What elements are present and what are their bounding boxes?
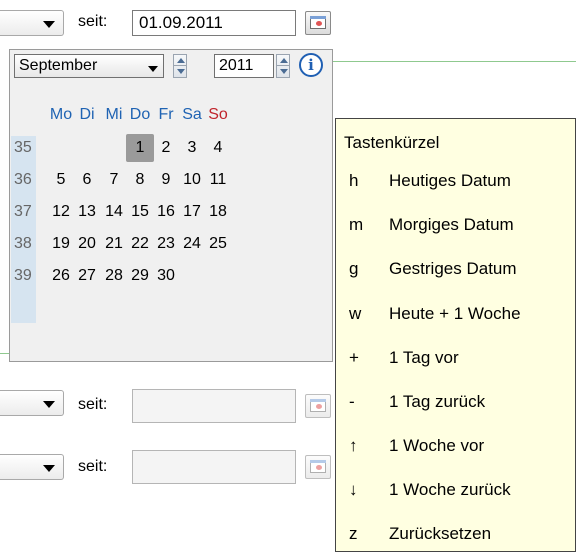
shortcut-key: ↓	[349, 480, 358, 499]
shortcut-desc: 1 Tag vor	[389, 348, 459, 367]
weekday-header: Fr	[158, 106, 174, 123]
filter-dropdown-row2[interactable]	[0, 390, 64, 416]
info-icon[interactable]: i	[299, 53, 323, 77]
chevron-down-icon	[43, 465, 55, 472]
calendar-button-row1[interactable]	[305, 11, 331, 35]
week-number: 37	[14, 203, 32, 220]
day-cell[interactable]: 5	[47, 166, 75, 194]
weekday-header: Di	[79, 106, 95, 123]
shortcut-key: m	[349, 215, 364, 234]
day-cell[interactable]: 17	[178, 198, 206, 226]
day-cell[interactable]: 10	[178, 166, 206, 194]
date-picker-popup: September 2011 i Mo Di Mi Do Fr Sa So 35…	[9, 49, 333, 362]
day-cell[interactable]: 9	[152, 166, 180, 194]
week-number: 38	[14, 235, 32, 252]
weekday-header-sunday: So	[208, 106, 228, 123]
date-field-row1[interactable]: 01.09.2011	[132, 10, 296, 36]
chevron-down-icon	[43, 21, 55, 28]
filter-dropdown-row1[interactable]	[0, 10, 64, 36]
shortcut-desc: 1 Woche zurück	[389, 480, 511, 499]
day-cell[interactable]: 3	[178, 134, 206, 162]
day-cell[interactable]: 14	[100, 198, 128, 226]
day-cell-selected[interactable]: 1	[126, 134, 154, 162]
shortcut-key: -	[349, 392, 355, 411]
calendar-button-row2[interactable]	[305, 394, 331, 418]
date-field-row3[interactable]	[132, 450, 296, 484]
day-cell[interactable]: 6	[73, 166, 101, 194]
chevron-down-icon	[148, 66, 158, 72]
filter-dropdown-row3[interactable]	[0, 454, 64, 480]
month-select[interactable]: September	[14, 54, 164, 78]
day-cell[interactable]: 26	[47, 262, 75, 290]
day-cell[interactable]: 22	[126, 230, 154, 258]
year-field[interactable]: 2011	[214, 54, 274, 78]
seit-label-row2: seit:	[78, 396, 108, 413]
weekday-header: Do	[129, 106, 151, 123]
shortcut-key: w	[349, 304, 362, 323]
shortcut-desc: Morgiges Datum	[389, 215, 514, 234]
week-number: 35	[14, 139, 32, 156]
day-cell[interactable]: 29	[126, 262, 154, 290]
day-cell[interactable]: 30	[152, 262, 180, 290]
day-cell[interactable]: 20	[73, 230, 101, 258]
day-cell[interactable]: 21	[100, 230, 128, 258]
spin-down-icon	[177, 69, 185, 74]
calendar-icon	[310, 16, 326, 29]
calendar-icon	[310, 460, 326, 473]
calendar-button-row3[interactable]	[305, 455, 331, 479]
spin-up-icon	[177, 58, 185, 63]
shortcut-desc: Heutiges Datum	[389, 171, 511, 190]
shortcut-key: g	[349, 259, 359, 278]
shortcut-key: +	[349, 348, 359, 367]
day-cell[interactable]: 27	[73, 262, 101, 290]
day-cell[interactable]: 12	[47, 198, 75, 226]
shortcut-desc: 1 Tag zurück	[389, 392, 486, 411]
shortcut-desc: Gestriges Datum	[389, 259, 517, 278]
day-cell[interactable]: 19	[47, 230, 75, 258]
day-cell[interactable]: 25	[204, 230, 232, 258]
weekday-header: Mi	[105, 106, 123, 123]
date-field-row2[interactable]	[132, 389, 296, 423]
weekday-header: Mo	[49, 106, 73, 123]
day-cell[interactable]: 8	[126, 166, 154, 194]
year-spinner[interactable]	[276, 54, 290, 78]
calendar-icon	[310, 399, 326, 412]
day-cell[interactable]: 4	[204, 134, 232, 162]
spin-up-icon	[280, 58, 288, 63]
seit-label-row3: seit:	[78, 458, 108, 475]
month-spinner[interactable]	[173, 54, 187, 78]
day-cell[interactable]: 13	[73, 198, 101, 226]
chevron-down-icon	[43, 401, 55, 408]
shortcut-desc: Heute + 1 Woche	[389, 304, 521, 323]
tooltip-title: Tastenkürzel	[344, 133, 440, 152]
day-cell[interactable]: 23	[152, 230, 180, 258]
day-cell[interactable]: 15	[126, 198, 154, 226]
day-cell[interactable]: 24	[178, 230, 206, 258]
shortcut-key: z	[349, 524, 358, 543]
day-cell[interactable]: 16	[152, 198, 180, 226]
week-number: 36	[14, 171, 32, 188]
day-cell[interactable]: 28	[100, 262, 128, 290]
shortcut-key: h	[349, 171, 359, 190]
shortcut-desc: 1 Woche vor	[389, 436, 485, 455]
divider-line	[333, 61, 576, 62]
spin-divider	[277, 65, 289, 66]
seit-label-row1: seit:	[78, 13, 108, 30]
shortcut-key: ↑	[349, 436, 358, 455]
day-cell[interactable]: 18	[204, 198, 232, 226]
day-cell[interactable]: 7	[100, 166, 128, 194]
week-number: 39	[14, 267, 32, 284]
weekday-header: Sa	[182, 106, 202, 123]
month-value: September	[19, 57, 98, 74]
shortcut-tooltip: Tastenkürzel h Heutiges Datum m Morgiges…	[335, 118, 576, 552]
spin-down-icon	[280, 69, 288, 74]
day-cell[interactable]: 2	[152, 134, 180, 162]
spin-divider	[174, 65, 186, 66]
day-cell[interactable]: 11	[204, 166, 232, 194]
shortcut-desc: Zurücksetzen	[389, 524, 492, 543]
